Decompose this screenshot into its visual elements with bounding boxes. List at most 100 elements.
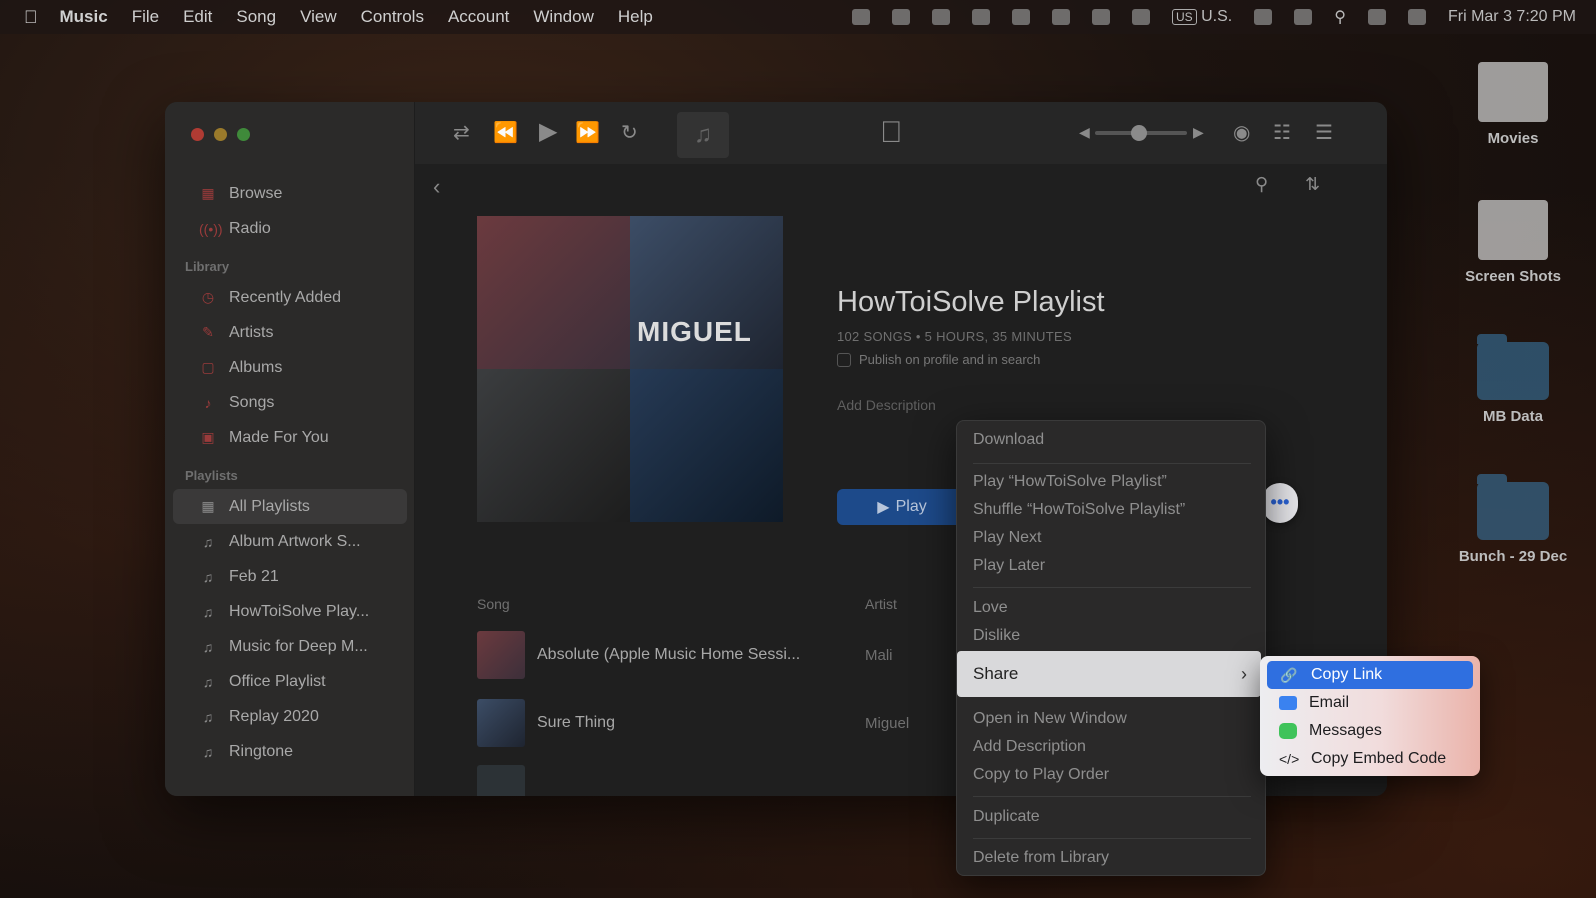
apple-logo-icon:  [880,116,903,150]
desktop-icon-bunch[interactable]: Bunch - 29 Dec [1448,474,1578,565]
menu-item-play-next[interactable]: Play Next [973,529,1041,547]
copy-link-label: Copy Link [1311,666,1383,683]
menubar-clock[interactable]: Fri Mar 3 7:20 PM [1448,8,1576,26]
column-header-artist[interactable]: Artist [865,596,897,612]
desktop-icon-movies[interactable]: Movies [1448,62,1578,147]
menu-app-name[interactable]: Music [60,7,108,27]
sidebar-item-playlist[interactable]: ♫ Office Playlist [165,664,415,699]
now-playing-lcd[interactable]: ♫ [677,112,729,158]
table-row[interactable] [477,764,997,796]
menu-item-play[interactable]: Play “HowToiSolve Playlist” [973,473,1167,491]
play-button-label: Play [895,498,927,515]
add-description-link[interactable]: Add Description [837,397,936,413]
time-machine-icon[interactable] [1254,9,1273,25]
repeat-icon[interactable]: ↻ [621,120,638,145]
search-icon[interactable]: ⚲ [1255,174,1268,195]
sidebar-item-playlist[interactable]: ♫ Music for Deep M... [165,629,415,664]
play-icon: ▶ [877,499,890,516]
status-app-icon[interactable] [1294,9,1313,25]
menu-item-delete[interactable]: Delete from Library [973,849,1109,867]
status-app-icon[interactable] [1092,9,1110,25]
control-center-icon[interactable] [1367,9,1386,25]
sidebar-item-songs[interactable]: ♪ Songs [165,385,415,420]
sidebar-item-albums[interactable]: ▢ Albums [165,350,415,385]
menu-controls[interactable]: Controls [361,7,424,27]
sidebar-item-label: Office Playlist [229,672,326,690]
play-button[interactable]: ▶ Play [837,489,967,525]
sidebar-item-recently-added[interactable]: ◷ Recently Added [165,280,415,315]
status-app-icon[interactable] [1052,9,1070,25]
menu-item-download[interactable]: Download [973,431,1044,449]
status-app-icon[interactable] [1132,9,1150,25]
person-icon: ▣ [201,429,215,445]
sort-icon[interactable]: ⇅ [1305,174,1320,195]
menu-item-add-description[interactable]: Add Description [973,738,1086,756]
sidebar-item-browse[interactable]: ▦ Browse [165,176,415,211]
volume-slider[interactable] [1095,125,1187,141]
sidebar-list: ▦ Browse ((•)) Radio Library ◷ Recently … [165,176,415,769]
spotlight-icon[interactable]: ⚲ [1334,7,1346,27]
email-item[interactable]: Email [1267,689,1473,717]
sidebar-item-label: All Playlists [229,497,310,515]
status-app-icon[interactable] [932,9,950,25]
menu-view[interactable]: View [300,7,337,27]
sidebar-item-artists[interactable]: ✎ Artists [165,315,415,350]
zoom-button[interactable] [237,128,250,141]
sidebar: ▦ Browse ((•)) Radio Library ◷ Recently … [165,102,415,796]
sidebar-item-radio[interactable]: ((•)) Radio [165,211,415,246]
queue-icon[interactable]: ☰ [1315,120,1333,145]
siri-icon[interactable] [1407,9,1426,25]
menu-item-play-later[interactable]: Play Later [973,557,1045,575]
previous-icon[interactable]: ⏪ [493,120,518,145]
play-icon[interactable]: ▶ [539,117,557,146]
input-source[interactable]: US U.S. [1172,8,1232,26]
menu-edit[interactable]: Edit [183,7,212,27]
menu-song[interactable]: Song [236,7,276,27]
menu-item-love[interactable]: Love [973,599,1008,617]
table-row[interactable]: Absolute (Apple Music Home Sessi... Mali [477,630,997,680]
sidebar-item-playlist[interactable]: ♫ Ringtone [165,734,415,769]
menu-item-duplicate[interactable]: Duplicate [973,808,1040,826]
menu-item-dislike[interactable]: Dislike [973,627,1020,645]
more-options-button[interactable]: ••• [1262,483,1298,523]
airplay-icon[interactable]: ◉ [1233,120,1250,145]
copy-link-item[interactable]: 🔗 Copy Link [1267,661,1473,689]
sidebar-item-made-for-you[interactable]: ▣ Made For You [165,420,415,455]
menu-item-copy-play-order[interactable]: Copy to Play Order [973,766,1109,784]
menu-item-share[interactable]: Share › [957,651,1261,697]
chevron-right-icon: › [1241,663,1247,684]
column-header-song[interactable]: Song [477,596,510,612]
status-app-icon[interactable] [852,9,870,25]
copy-embed-item[interactable]: </> Copy Embed Code [1267,745,1473,773]
close-button[interactable] [191,128,204,141]
back-chevron-icon[interactable]: ‹ [433,174,440,200]
lyrics-icon[interactable]: ☷ [1273,120,1291,145]
menu-file[interactable]: File [132,7,159,27]
sidebar-item-playlist[interactable]: ♫ HowToiSolve Play... [165,594,415,629]
table-row[interactable]: Sure Thing Miguel [477,698,997,748]
menu-window[interactable]: Window [533,7,593,27]
menu-item-shuffle[interactable]: Shuffle “HowToiSolve Playlist” [973,501,1185,519]
volume-knob[interactable] [1131,125,1147,141]
desktop-icon-mb-data[interactable]: MB Data [1448,334,1578,425]
publish-checkbox[interactable] [837,352,851,367]
artwork-text: MIGUEL [637,316,752,347]
shuffle-icon[interactable]: ⇄ [453,120,470,145]
sidebar-item-all-playlists[interactable]: ▦ All Playlists [173,489,407,524]
messages-item[interactable]: Messages [1267,717,1473,745]
status-app-icon[interactable] [892,9,910,25]
sidebar-item-playlist[interactable]: ♫ Replay 2020 [165,699,415,734]
status-app-icon[interactable] [972,9,990,25]
menu-item-open-new-window[interactable]: Open in New Window [973,710,1127,728]
sidebar-item-playlist[interactable]: ♫ Feb 21 [165,559,415,594]
publish-checkbox-row[interactable]: Publish on profile and in search [837,352,1040,367]
menu-help[interactable]: Help [618,7,653,27]
status-app-icon[interactable] [1012,9,1030,25]
minimize-button[interactable] [214,128,227,141]
desktop-icon-screen-shots[interactable]: Screen Shots [1448,200,1578,285]
next-icon[interactable]: ⏩ [575,120,600,145]
apple-menu-icon[interactable]:  [24,7,38,28]
window-controls [191,128,250,141]
menu-account[interactable]: Account [448,7,509,27]
sidebar-item-playlist[interactable]: ♫ Album Artwork S... [165,524,415,559]
